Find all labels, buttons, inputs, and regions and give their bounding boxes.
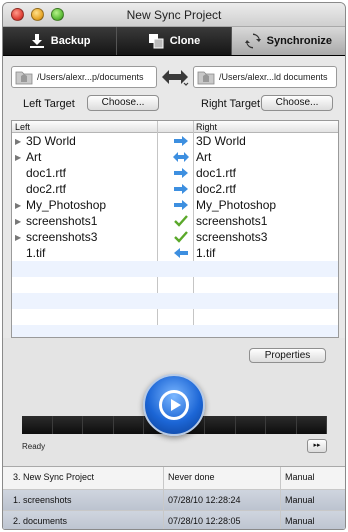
backup-button[interactable]: Backup (3, 27, 118, 55)
arrow-right-icon[interactable] (169, 167, 193, 179)
fast-forward-button[interactable]: ▸▸ (307, 439, 327, 453)
status-text: Ready (22, 442, 46, 451)
left-item-name: ▶ 3D World (15, 134, 76, 148)
folder-icon (15, 71, 33, 85)
sync-comparison-table: Left Right ▶ 3D World 3D World ▶ Art Art doc1.… (11, 120, 339, 338)
right-item-name: doc2.rtf (196, 182, 237, 196)
project-name: 2. documents (13, 516, 68, 526)
choose-right-button[interactable]: Choose... (261, 95, 333, 111)
empty-row (12, 293, 338, 309)
left-item-name: ▶ Art (15, 150, 42, 164)
left-item-name: doc1.rtf (26, 166, 67, 180)
arrow-right-icon[interactable] (169, 183, 193, 195)
project-row[interactable]: 3. New Sync Project Never done Manual (3, 467, 345, 490)
clone-icon (148, 33, 164, 49)
project-mode: Manual (285, 472, 315, 482)
table-row[interactable]: ▶ My_Photoshop My_Photoshop (12, 197, 338, 213)
right-item-name: screenshots3 (196, 230, 268, 244)
checkmark-icon[interactable] (169, 215, 193, 227)
table-rows: ▶ 3D World 3D World ▶ Art Art doc1.rtf doc1.rtf… (12, 133, 338, 337)
table-row[interactable]: 1.tif 1.tif (12, 245, 338, 261)
right-path-field[interactable]: /Users/alexr...ld documents (193, 66, 337, 88)
right-item-name: doc1.rtf (196, 166, 237, 180)
download-arrow-icon (29, 33, 45, 49)
disclosure-triangle-icon[interactable]: ▶ (15, 201, 23, 210)
folder-icon (197, 71, 215, 85)
arrow-both-icon[interactable] (169, 151, 193, 163)
empty-row (12, 325, 338, 337)
empty-row (12, 277, 338, 293)
project-row[interactable]: 1. screenshots 07/28/10 12:28:24 Manual (3, 490, 345, 511)
table-row[interactable]: ▶ 3D World 3D World (12, 133, 338, 149)
arrow-right-icon[interactable] (169, 199, 193, 211)
disclosure-triangle-icon[interactable]: ▶ (15, 217, 23, 226)
table-header: Left Right (12, 121, 338, 133)
mode-toolbar: Backup Clone Synchronize (3, 27, 345, 56)
left-path-field[interactable]: /Users/alexr...p/documents (11, 66, 157, 88)
play-icon (159, 390, 189, 420)
left-item-name: ▶ screenshots1 (15, 214, 98, 228)
project-row[interactable]: 2. documents 07/28/10 12:28:05 Manual (3, 511, 345, 529)
target-panel: /Users/alexr...p/documents /Users/alexr.… (3, 56, 345, 120)
project-last-sync: Never done (168, 472, 215, 482)
left-item-name: doc2.rtf (26, 182, 67, 196)
project-list: 3. New Sync Project Never done Manual 1. sc… (3, 466, 345, 529)
window-title: New Sync Project (126, 8, 222, 22)
disclosure-triangle-icon[interactable]: ▶ (15, 153, 23, 162)
arrow-right-icon[interactable] (169, 135, 193, 147)
left-item-name: ▶ My_Photoshop (15, 198, 107, 212)
control-panel: Properties Ready ▸▸ (3, 338, 345, 466)
left-target-label: Left Target (23, 98, 75, 110)
right-item-name: Art (196, 150, 212, 164)
project-last-sync: 07/28/10 12:28:24 (168, 495, 241, 505)
arrow-left-icon[interactable] (169, 247, 193, 259)
synchronize-label: Synchronize (266, 35, 333, 47)
project-mode: Manual (285, 495, 315, 505)
column-header-right[interactable]: Right (196, 122, 217, 132)
clone-label: Clone (169, 35, 201, 47)
disclosure-triangle-icon[interactable]: ▶ (15, 137, 23, 146)
table-row[interactable]: ▶ screenshots3 screenshots3 (12, 229, 338, 245)
right-item-name: screenshots1 (196, 214, 268, 228)
choose-left-button[interactable]: Choose... (87, 95, 159, 111)
project-last-sync: 07/28/10 12:28:05 (168, 516, 241, 526)
disclosure-triangle-icon[interactable]: ▶ (15, 233, 23, 242)
synchronize-button[interactable]: Synchronize (231, 27, 345, 55)
sync-icon (244, 33, 261, 49)
column-header-left[interactable]: Left (15, 122, 30, 132)
backup-label: Backup (50, 35, 91, 47)
left-path-text: /Users/alexr...p/documents (37, 72, 144, 82)
clone-button[interactable]: Clone (117, 27, 232, 55)
project-name: 3. New Sync Project (13, 472, 95, 482)
right-item-name: 3D World (196, 134, 246, 148)
table-row[interactable]: doc1.rtf doc1.rtf (12, 165, 338, 181)
right-target-label: Right Target (201, 98, 261, 110)
left-item-name: 1.tif (26, 246, 46, 260)
empty-row (12, 261, 338, 277)
table-row[interactable]: ▶ screenshots1 screenshots1 (12, 213, 338, 229)
start-sync-button[interactable] (143, 374, 205, 436)
checkmark-icon[interactable] (169, 231, 193, 243)
project-mode: Manual (285, 516, 315, 526)
app-window: New Sync Project Backup Clone Synchroniz… (2, 2, 346, 530)
swap-direction-icon[interactable] (160, 66, 190, 88)
right-item-name: 1.tif (196, 246, 216, 260)
right-item-name: My_Photoshop (196, 198, 277, 212)
empty-row (12, 309, 338, 325)
table-row[interactable]: doc2.rtf doc2.rtf (12, 181, 338, 197)
table-row[interactable]: ▶ Art Art (12, 149, 338, 165)
title-bar: New Sync Project (3, 3, 345, 27)
project-name: 1. screenshots (13, 495, 72, 505)
left-item-name: ▶ screenshots3 (15, 230, 98, 244)
properties-button[interactable]: Properties (249, 348, 326, 363)
right-path-text: /Users/alexr...ld documents (219, 72, 328, 82)
